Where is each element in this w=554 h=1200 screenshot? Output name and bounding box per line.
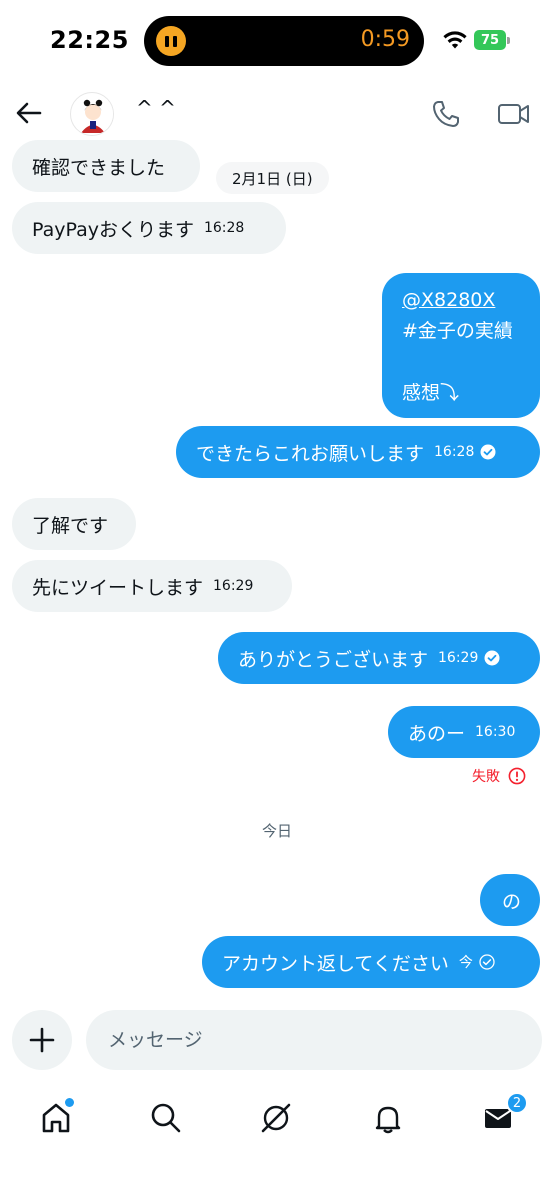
phone-icon bbox=[433, 101, 459, 127]
message-bubble[interactable]: できたらこれお願いします 16:28 bbox=[176, 426, 540, 478]
wifi-icon bbox=[443, 31, 467, 49]
plus-icon bbox=[29, 1027, 55, 1053]
message-composer bbox=[0, 1008, 554, 1074]
failed-label: 失敗 bbox=[472, 769, 500, 785]
nav-home[interactable] bbox=[34, 1096, 78, 1140]
message-time: 16:30 bbox=[475, 724, 516, 740]
call-button[interactable] bbox=[430, 98, 462, 130]
message-input[interactable] bbox=[86, 1010, 542, 1070]
message-bubble[interactable]: あのー 16:30 bbox=[388, 706, 540, 758]
avatar[interactable] bbox=[70, 92, 114, 136]
contact-name[interactable]: ^ ^ bbox=[136, 96, 176, 120]
message-bubble[interactable]: @X8280X #金子の実績 感想⤵︎ bbox=[382, 273, 540, 418]
bell-icon bbox=[375, 1106, 401, 1134]
nav-grok[interactable] bbox=[254, 1096, 298, 1140]
send-failed-status[interactable]: 失敗 bbox=[472, 766, 526, 786]
message-text: 感想⤵︎ bbox=[402, 382, 460, 404]
message-text: の bbox=[502, 890, 522, 913]
message-bubble[interactable]: 先にツイートします 16:29 bbox=[12, 560, 292, 612]
status-bar: 22:25 0:59 75 bbox=[0, 0, 554, 80]
home-notification-dot bbox=[65, 1098, 74, 1107]
back-arrow-icon bbox=[16, 102, 42, 124]
message-text: 先にツイートします bbox=[32, 576, 204, 599]
message-time: 16:28 bbox=[434, 444, 475, 460]
error-info-icon[interactable] bbox=[508, 767, 526, 785]
message-time: 16:29 bbox=[213, 578, 254, 594]
message-bubble[interactable]: の bbox=[480, 874, 540, 926]
add-media-button[interactable] bbox=[12, 1010, 72, 1070]
grok-icon bbox=[261, 1103, 291, 1133]
video-icon bbox=[498, 104, 529, 124]
mention-link[interactable]: @X8280X bbox=[402, 285, 520, 316]
hashtag-text: #金子の実績 bbox=[402, 320, 513, 342]
video-call-button[interactable] bbox=[496, 98, 532, 130]
message-text: 了解です bbox=[32, 514, 109, 537]
battery-icon: 75 bbox=[474, 30, 510, 50]
message-text: 確認できました bbox=[32, 156, 166, 179]
message-bubble[interactable]: PayPayおくります 16:28 bbox=[12, 202, 286, 254]
date-separator-today: 今日 bbox=[261, 822, 292, 840]
message-text: できたらこれお願いします bbox=[196, 442, 425, 465]
pause-icon[interactable] bbox=[156, 26, 186, 56]
sent-check-icon bbox=[484, 650, 500, 666]
chat-header: ^ ^ bbox=[0, 82, 554, 148]
message-time: 16:29 bbox=[438, 650, 479, 666]
bottom-navigation: 2 bbox=[0, 1080, 554, 1156]
nav-search[interactable] bbox=[144, 1096, 188, 1140]
message-bubble[interactable]: 了解です bbox=[12, 498, 136, 550]
battery-level: 75 bbox=[474, 30, 506, 50]
messages-badge: 2 bbox=[506, 1092, 528, 1114]
nav-messages[interactable]: 2 bbox=[476, 1092, 528, 1140]
sent-check-icon bbox=[480, 444, 496, 460]
search-icon bbox=[151, 1103, 181, 1133]
date-separator: 2月1日 (日) bbox=[216, 162, 329, 194]
message-bubble[interactable]: 確認できました bbox=[12, 140, 200, 192]
back-button[interactable] bbox=[12, 96, 46, 130]
message-text: ありがとうございます bbox=[238, 648, 429, 671]
message-time: 今 bbox=[458, 955, 473, 971]
message-bubble[interactable]: アカウント返してください 今 bbox=[202, 936, 540, 988]
dynamic-island[interactable]: 0:59 bbox=[144, 16, 424, 66]
pending-check-icon bbox=[479, 954, 495, 970]
message-text: あのー bbox=[408, 722, 466, 745]
nav-notifications[interactable] bbox=[366, 1096, 410, 1140]
message-text: アカウント返してください bbox=[222, 952, 449, 975]
status-time: 22:25 bbox=[50, 26, 129, 54]
message-time: 16:28 bbox=[203, 220, 245, 236]
avatar-image bbox=[72, 94, 113, 135]
message-bubble[interactable]: ありがとうございます 16:29 bbox=[218, 632, 540, 684]
message-text: PayPayおくります bbox=[32, 218, 194, 241]
recording-timer: 0:59 bbox=[360, 27, 410, 52]
